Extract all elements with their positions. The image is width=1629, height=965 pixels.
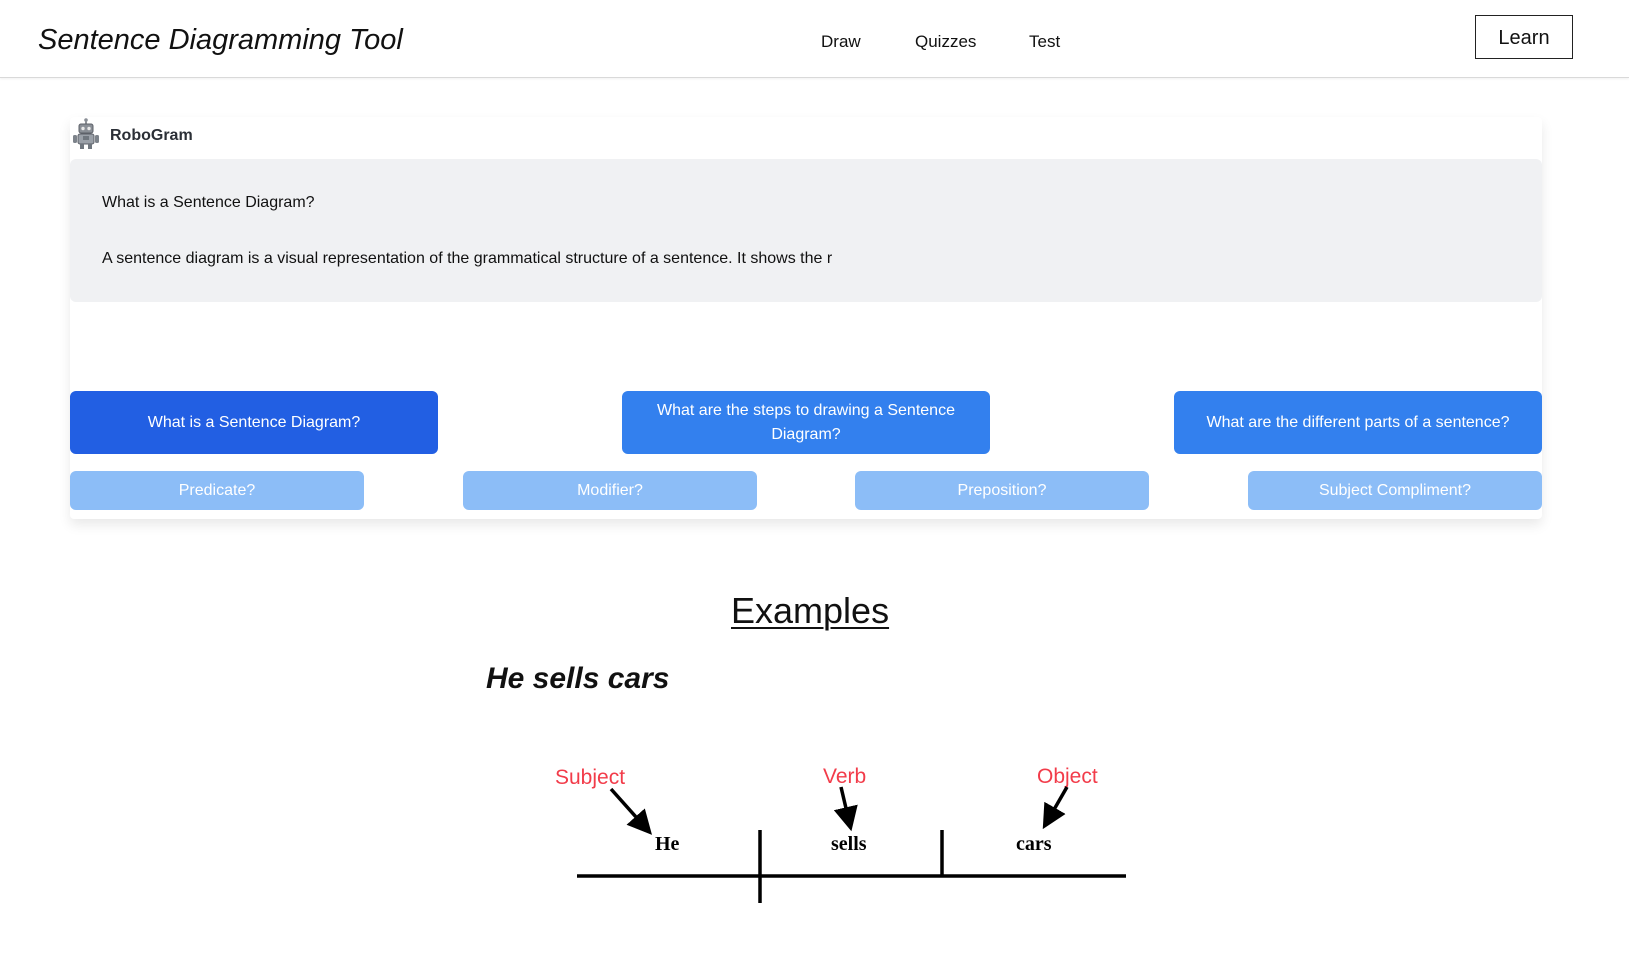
diagram-label-object: Object [1037, 765, 1098, 788]
diagram-word-object: cars [1016, 833, 1052, 855]
diagram-word-verb: sells [831, 833, 867, 855]
diagram-word-subject: He [655, 833, 680, 855]
object-arrow-icon [1042, 786, 1069, 830]
sentence-diagram: He sells cars Subject Verb Object [555, 765, 1126, 903]
diagram-label-verb: Verb [823, 765, 866, 788]
subject-arrow-icon [609, 787, 653, 835]
verb-arrow-icon [833, 786, 858, 832]
diagram-label-subject: Subject [555, 766, 625, 789]
